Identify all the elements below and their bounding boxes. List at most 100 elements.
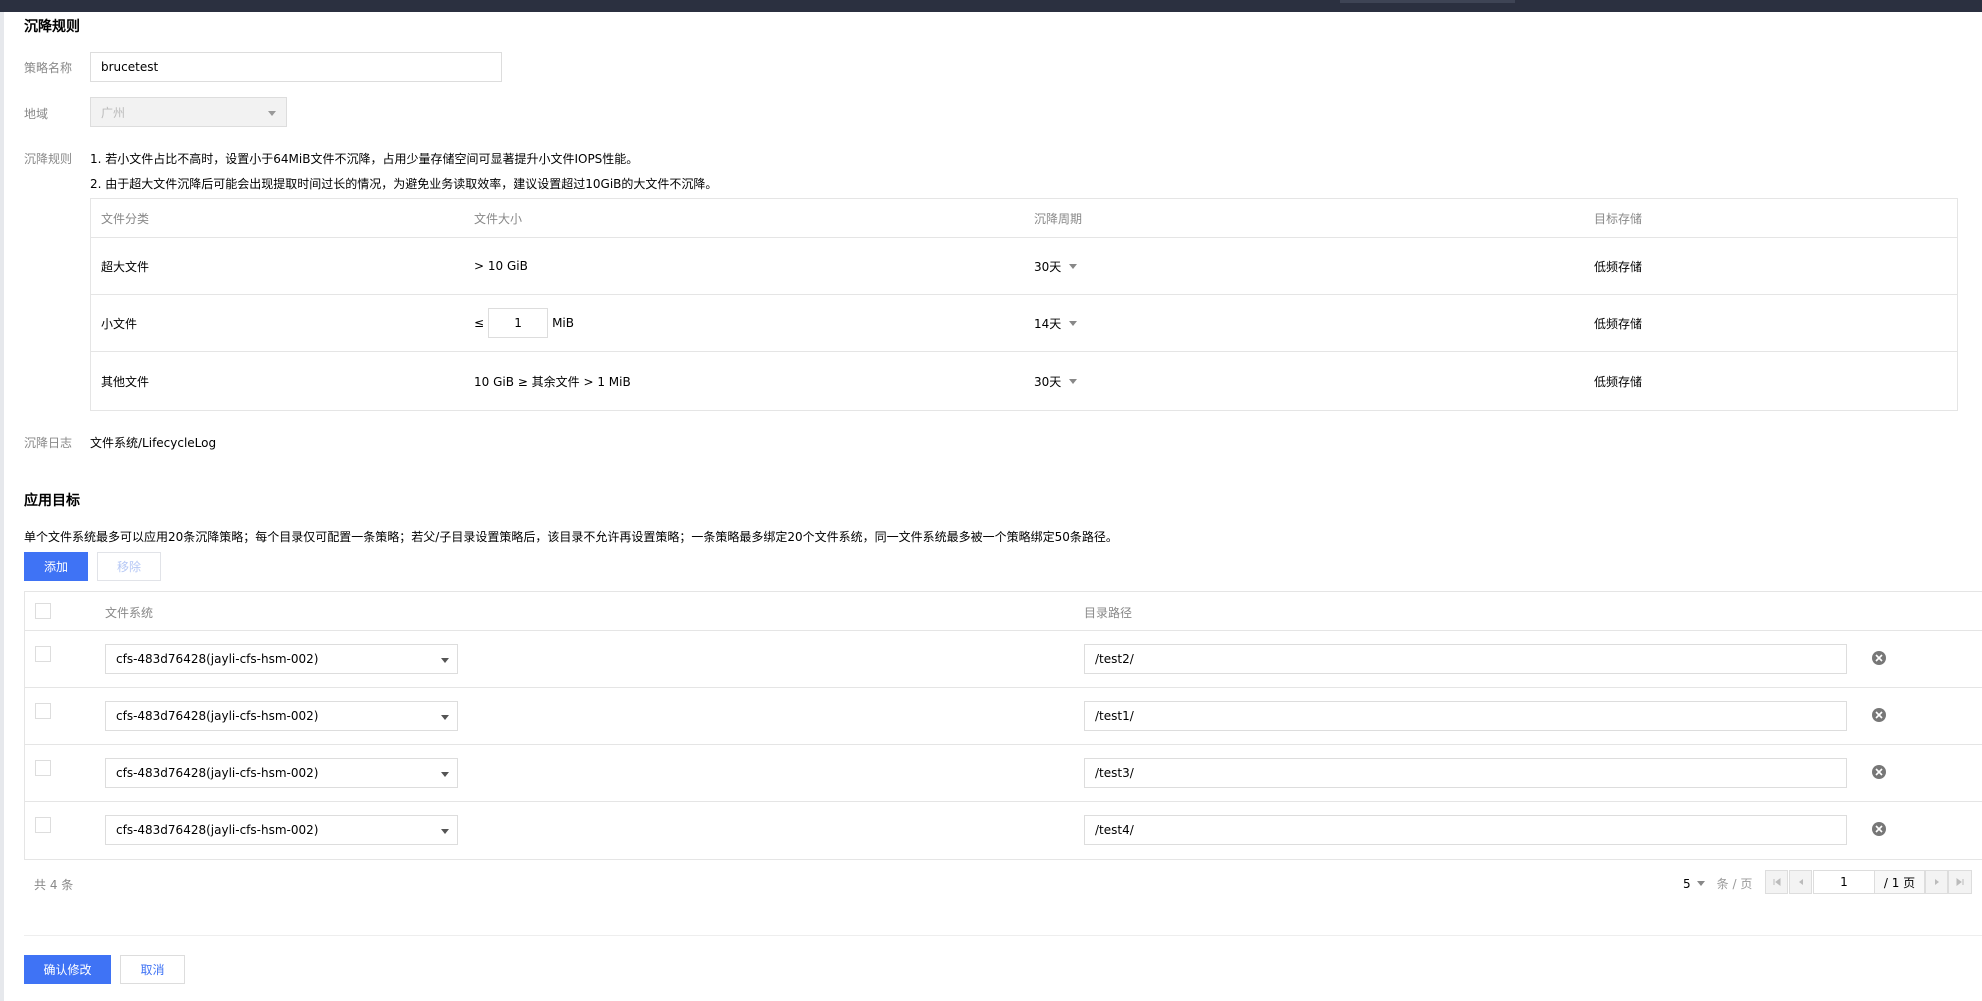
size-prefix: ≤ <box>474 316 485 330</box>
rule-note-2: 2. 由于超大文件沉降后可能会出现提取时间过长的情况，为避免业务读取效率，建议设… <box>90 177 718 191</box>
region-label: 地域 <box>24 107 49 121</box>
path-value: /test4/ <box>1095 823 1134 837</box>
header-period: 沉降周期 <box>1034 211 1083 226</box>
path-input[interactable]: /test3/ <box>1084 758 1847 788</box>
header-size: 文件大小 <box>474 211 523 226</box>
filesystem-select[interactable]: cfs-483d76428(jayli-cfs-hsm-002) <box>105 815 458 845</box>
chevron-down-icon <box>1069 320 1078 326</box>
row-checkbox[interactable] <box>35 817 51 833</box>
last-page-icon <box>1956 878 1964 886</box>
rules-label: 沉降规则 <box>24 152 73 166</box>
total-count: 共 4 条 <box>34 878 74 892</box>
left-border <box>0 12 4 1001</box>
path-value: /test1/ <box>1095 709 1134 723</box>
page-size-unit: 条 / 页 <box>1716 877 1753 891</box>
row-category: 小文件 <box>101 316 138 331</box>
chevron-down-icon <box>1069 263 1078 269</box>
row-category: 其他文件 <box>101 374 150 389</box>
filesystem-select[interactable]: cfs-483d76428(jayli-cfs-hsm-002) <box>105 758 458 788</box>
table-row: 其他文件 10 GiB ≥ 其余文件 > 1 MiB 30天 低频存储 <box>91 352 1957 410</box>
region-select: 广州 <box>90 97 287 127</box>
chevron-right-icon <box>1934 879 1939 885</box>
row-checkbox[interactable] <box>35 646 51 662</box>
table-row: 超大文件 > 10 GiB 30天 低频存储 <box>91 238 1957 295</box>
row-storage: 低频存储 <box>1594 259 1643 274</box>
row-category: 超大文件 <box>101 259 150 274</box>
page-size-value: 5 <box>1683 876 1691 891</box>
chevron-down-icon <box>268 111 276 116</box>
log-value: 文件系统/LifecycleLog <box>90 436 217 450</box>
targets-table-header: 文件系统 目录路径 <box>25 592 1982 631</box>
chevron-down-icon <box>441 772 449 777</box>
close-icon[interactable] <box>1872 822 1886 836</box>
table-row: cfs-483d76428(jayli-cfs-hsm-002) /test2/ <box>25 631 1982 688</box>
header-storage: 目标存储 <box>1594 211 1643 226</box>
chevron-down-icon <box>1696 881 1705 886</box>
targets-table: 文件系统 目录路径 cfs-483d76428(jayli-cfs-hsm-00… <box>24 591 1982 860</box>
remove-button[interactable]: 移除 <box>97 552 161 581</box>
row-storage: 低频存储 <box>1594 316 1643 331</box>
top-nav-search-stub <box>1340 0 1515 3</box>
add-button[interactable]: 添加 <box>24 552 88 581</box>
policy-name-value: brucetest <box>101 60 159 74</box>
path-input[interactable]: /test4/ <box>1084 815 1847 845</box>
small-file-size-input[interactable]: 1 <box>488 308 549 338</box>
rule-note-1: 1. 若小文件占比不高时，设置小于64MiB文件不沉降，占用少量存储空间可显著提… <box>90 152 639 166</box>
policy-name-label: 策略名称 <box>24 61 73 75</box>
period-dropdown[interactable]: 14天 <box>1034 295 1078 351</box>
first-page-button[interactable] <box>1765 870 1788 894</box>
rules-table: 文件分类 文件大小 沉降周期 目标存储 超大文件 > 10 GiB 30天 低频… <box>90 198 1958 411</box>
period-value: 30天 <box>1034 259 1062 274</box>
confirm-button[interactable]: 确认修改 <box>24 955 111 984</box>
row-checkbox[interactable] <box>35 703 51 719</box>
table-row: 小文件 ≤ 1 MiB 14天 低频存储 <box>91 295 1957 352</box>
path-input[interactable]: /test1/ <box>1084 701 1847 731</box>
row-checkbox[interactable] <box>35 760 51 776</box>
log-label: 沉降日志 <box>24 436 73 450</box>
period-dropdown[interactable]: 30天 <box>1034 352 1078 410</box>
header-category: 文件分类 <box>101 211 150 226</box>
page-total: / 1 页 <box>1875 870 1925 894</box>
row-size: ≤ 1 MiB <box>474 295 574 351</box>
chevron-left-icon <box>1798 879 1803 885</box>
first-page-icon <box>1773 878 1780 886</box>
close-icon[interactable] <box>1872 651 1886 665</box>
prev-page-button[interactable] <box>1789 870 1812 894</box>
table-row: cfs-483d76428(jayli-cfs-hsm-002) /test1/ <box>25 688 1982 745</box>
period-dropdown[interactable]: 30天 <box>1034 238 1078 294</box>
header-filesystem: 文件系统 <box>105 606 154 620</box>
last-page-button[interactable] <box>1948 870 1972 894</box>
chevron-down-icon <box>441 715 449 720</box>
targets-description: 单个文件系统最多可以应用20条沉降策略；每个目录仅可配置一条策略；若父/子目录设… <box>24 530 1118 544</box>
period-value: 30天 <box>1034 374 1062 389</box>
filesystem-value: cfs-483d76428(jayli-cfs-hsm-002) <box>116 652 319 666</box>
filesystem-select[interactable]: cfs-483d76428(jayli-cfs-hsm-002) <box>105 644 458 674</box>
path-input[interactable]: /test2/ <box>1084 644 1847 674</box>
size-unit: MiB <box>552 316 574 330</box>
close-icon[interactable] <box>1872 765 1886 779</box>
footer-divider <box>24 935 1982 936</box>
period-value: 14天 <box>1034 316 1062 331</box>
select-all-checkbox[interactable] <box>35 603 51 619</box>
top-nav-bar <box>0 0 1982 12</box>
close-icon[interactable] <box>1872 708 1886 722</box>
filesystem-select[interactable]: cfs-483d76428(jayli-cfs-hsm-002) <box>105 701 458 731</box>
policy-name-input[interactable]: brucetest <box>90 52 502 82</box>
row-size: 10 GiB ≥ 其余文件 > 1 MiB <box>474 374 631 389</box>
header-path: 目录路径 <box>1084 606 1133 620</box>
filesystem-value: cfs-483d76428(jayli-cfs-hsm-002) <box>116 766 319 780</box>
path-value: /test3/ <box>1095 766 1134 780</box>
section-title-rules: 沉降规则 <box>24 19 80 35</box>
row-size: > 10 GiB <box>474 259 528 273</box>
page-number-input[interactable]: 1 <box>1813 870 1875 894</box>
row-storage: 低频存储 <box>1594 374 1643 389</box>
page-size-select[interactable]: 5 条 / 页 <box>1683 875 1752 892</box>
region-value: 广州 <box>101 105 126 120</box>
section-title-targets: 应用目标 <box>24 493 80 509</box>
chevron-down-icon <box>1069 378 1078 384</box>
table-row: cfs-483d76428(jayli-cfs-hsm-002) /test3/ <box>25 745 1982 802</box>
cancel-button[interactable]: 取消 <box>120 955 185 984</box>
next-page-button[interactable] <box>1925 870 1948 894</box>
chevron-down-icon <box>441 658 449 663</box>
path-value: /test2/ <box>1095 652 1134 666</box>
